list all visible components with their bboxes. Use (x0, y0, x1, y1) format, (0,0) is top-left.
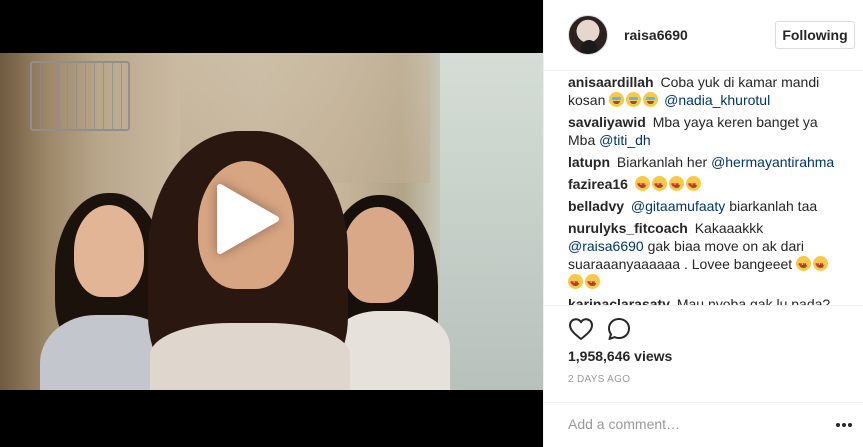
comment-bubble-icon[interactable] (606, 316, 632, 342)
comment-item: savaliyawid Mba yaya keren banget ya Mba… (568, 113, 840, 149)
comment-mention[interactable]: @raisa6690 (568, 238, 644, 254)
ellipsis-icon[interactable] (834, 415, 854, 435)
comment-item: anisaardillah Coba yuk di kamar mandi ko… (568, 73, 840, 109)
comment-mention[interactable]: @gitaamufaaty (631, 198, 725, 214)
heart-eyes-face-icon (685, 176, 701, 195)
post-header: raisa6690 Following (544, 0, 863, 71)
heart-icon[interactable] (568, 316, 594, 342)
play-icon[interactable] (214, 183, 280, 255)
comment-mention[interactable]: @titi_dh (599, 132, 651, 148)
video-glass-door (440, 53, 543, 390)
post-side-panel: raisa6690 Following anisaardillah Coba y… (543, 0, 863, 447)
comment-text: Biarkanlah her (616, 154, 708, 170)
comment-username[interactable]: nurulyks_fitcoach (568, 220, 688, 236)
video-person-left-face (74, 205, 144, 297)
loudly-crying-face-icon (609, 92, 625, 107)
comment-item: fazirea16 (568, 175, 840, 195)
following-button[interactable]: Following (775, 21, 855, 49)
heart-eyes-face-icon (585, 274, 600, 293)
post-timestamp[interactable]: 2 DAYS AGO (568, 374, 630, 385)
avatar[interactable] (568, 15, 608, 55)
comment-mention[interactable]: @hermayantirahma (711, 154, 834, 170)
heart-eyes-face-icon (651, 176, 667, 195)
comment-item: latupn Biarkanlah her @hermayantirahma (568, 153, 840, 171)
comment-text: biarkanlah taa (729, 198, 818, 214)
video-area (0, 0, 543, 447)
heart-eyes-face-icon (796, 256, 812, 275)
heart-eyes-face-icon (813, 256, 829, 275)
post-username[interactable]: raisa6690 (624, 27, 688, 43)
comment-username[interactable]: latupn (568, 154, 610, 170)
comment-text: Mau nyoba gak lu pada? (676, 296, 831, 305)
comment-list: anisaardillah Coba yuk di kamar mandi ko… (544, 71, 863, 305)
add-comment-bar (544, 402, 863, 447)
comment-item: nurulyks_fitcoach Kakaaakkk @raisa6690 g… (568, 219, 840, 293)
comment-username[interactable]: fazirea16 (568, 176, 628, 192)
comment-username[interactable]: anisaardillah (568, 74, 654, 90)
heart-eyes-face-icon (668, 176, 684, 195)
view-count: 1,958,646 views (568, 348, 673, 364)
comment-username[interactable]: karinaclarasaty (568, 296, 670, 305)
add-comment-input[interactable] (568, 413, 808, 435)
comment-mention[interactable]: @nadia_khurotul (664, 92, 770, 108)
comment-username[interactable]: belladvy (568, 198, 624, 214)
video-shelf (30, 61, 130, 131)
comment-text: Kakaaakkk (694, 220, 764, 236)
heart-eyes-face-icon (634, 176, 650, 195)
comment-username[interactable]: savaliyawid (568, 114, 646, 130)
comment-item: karinaclarasaty Mau nyoba gak lu pada? (568, 295, 840, 305)
comment-item: belladvy @gitaamufaaty biarkanlah taa (568, 197, 840, 215)
video-person-center-body (150, 323, 350, 390)
post-actions: 1,958,646 views 2 DAYS AGO (544, 305, 863, 402)
video-person-right-face (342, 207, 414, 303)
loudly-crying-face-icon (643, 92, 659, 107)
heart-eyes-face-icon (568, 274, 583, 293)
loudly-crying-face-icon (626, 92, 642, 107)
